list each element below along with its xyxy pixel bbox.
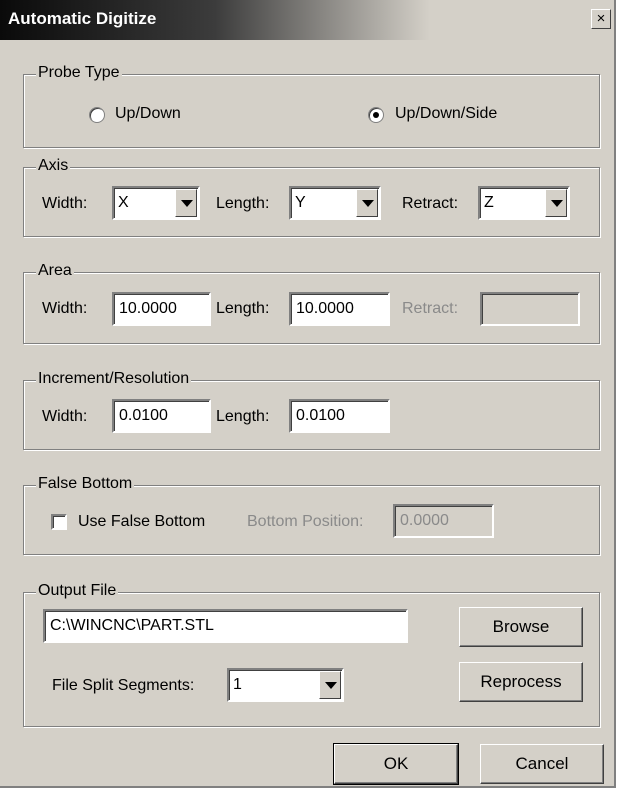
axis-legend: Axis: [36, 157, 71, 175]
increment-length-label: Length:: [216, 408, 270, 425]
bottom-position-input[interactable]: 0.0000: [393, 504, 494, 538]
file-split-segments-select[interactable]: 1: [227, 668, 344, 702]
chevron-down-icon: [362, 200, 374, 207]
use-false-bottom-checkbox[interactable]: [51, 514, 67, 530]
ok-button[interactable]: OK: [333, 743, 459, 785]
browse-button[interactable]: Browse: [459, 607, 583, 647]
title-bar[interactable]: Automatic Digitize ×: [0, 0, 614, 40]
area-retract-label: Retract:: [402, 300, 459, 317]
automatic-digitize-dialog: Automatic Digitize × Probe Type Up/Down …: [0, 0, 616, 788]
radio-up-down-label[interactable]: Up/Down: [115, 105, 181, 123]
axis-retract-value: Z: [484, 194, 494, 211]
area-legend: Area: [36, 262, 74, 280]
area-width-label: Width:: [42, 300, 88, 317]
radio-selected-dot: [373, 112, 379, 118]
increment-width-input[interactable]: 0.0100: [112, 399, 211, 433]
chevron-down-icon: [181, 200, 193, 207]
axis-length-dropdown-button[interactable]: [356, 189, 378, 217]
window-title: Automatic Digitize: [8, 9, 157, 28]
axis-width-label: Width:: [42, 195, 88, 212]
file-split-dropdown-button[interactable]: [319, 671, 341, 699]
radio-up-down-side[interactable]: [368, 107, 384, 123]
increment-legend: Increment/Resolution: [36, 370, 192, 388]
bottom-position-label: Bottom Position:: [247, 513, 364, 530]
probe-type-group: Probe Type: [23, 64, 600, 148]
area-width-input[interactable]: 10.0000: [112, 292, 211, 326]
radio-up-down[interactable]: [89, 107, 105, 123]
cancel-button[interactable]: Cancel: [480, 744, 604, 784]
increment-length-input[interactable]: 0.0100: [289, 399, 390, 433]
axis-width-value: X: [118, 194, 129, 211]
probe-type-legend: Probe Type: [36, 64, 122, 82]
area-length-input[interactable]: 10.0000: [289, 292, 390, 326]
reprocess-button[interactable]: Reprocess: [459, 662, 583, 702]
chevron-down-icon: [325, 682, 337, 689]
close-button[interactable]: ×: [591, 9, 611, 29]
axis-length-label: Length:: [216, 195, 270, 212]
output-file-path-input[interactable]: C:\WINCNC\PART.STL: [43, 609, 408, 643]
axis-width-dropdown-button[interactable]: [175, 189, 197, 217]
file-split-segments-label: File Split Segments:: [52, 677, 195, 694]
axis-retract-dropdown-button[interactable]: [545, 189, 567, 217]
false-bottom-legend: False Bottom: [36, 475, 135, 493]
axis-length-value: Y: [295, 194, 306, 211]
use-false-bottom-label[interactable]: Use False Bottom: [78, 513, 205, 531]
output-file-legend: Output File: [36, 582, 119, 600]
axis-length-select[interactable]: Y: [289, 186, 381, 220]
axis-retract-label: Retract:: [402, 195, 459, 212]
axis-width-select[interactable]: X: [112, 186, 200, 220]
increment-width-label: Width:: [42, 408, 88, 425]
axis-retract-select[interactable]: Z: [478, 186, 570, 220]
chevron-down-icon: [551, 200, 563, 207]
close-icon: ×: [596, 10, 606, 27]
area-retract-input[interactable]: [480, 292, 580, 326]
file-split-segments-value: 1: [233, 676, 242, 693]
radio-up-down-side-label[interactable]: Up/Down/Side: [395, 105, 497, 123]
area-length-label: Length:: [216, 300, 270, 317]
